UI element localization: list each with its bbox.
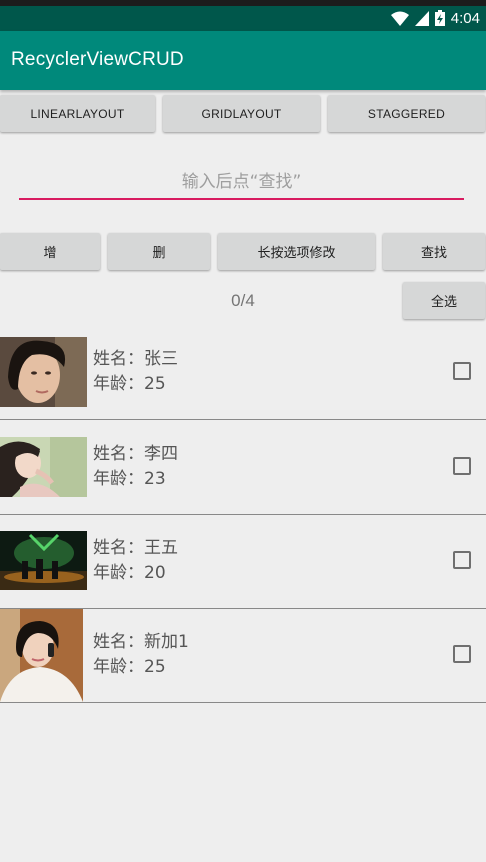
- search-input[interactable]: [19, 166, 464, 200]
- linear-layout-button[interactable]: LINEARLAYOUT: [0, 95, 155, 132]
- avatar: [0, 337, 87, 407]
- short-hair-woman-portrait-icon: [0, 337, 87, 407]
- woman-on-phone-portrait-icon: [0, 609, 83, 702]
- status-icons: 4:04: [390, 8, 480, 28]
- find-button[interactable]: 查找: [383, 233, 485, 270]
- add-button[interactable]: 增: [0, 233, 100, 270]
- status-bar: 4:04: [0, 0, 486, 31]
- app-title: RecyclerViewCRUD: [11, 49, 184, 70]
- painted-woman-illustration-icon: [0, 437, 87, 497]
- item-checkbox[interactable]: [453, 362, 471, 380]
- edit-button[interactable]: 长按选项修改: [218, 233, 375, 270]
- staggered-layout-button[interactable]: STAGGERED: [328, 95, 485, 132]
- item-name: 姓名：张三: [93, 349, 178, 369]
- list-item[interactable]: 姓名：张三 年龄：25: [0, 325, 486, 420]
- list-item[interactable]: 姓名：新加1 年龄：25: [0, 608, 486, 703]
- grid-layout-button[interactable]: GRIDLAYOUT: [163, 95, 320, 132]
- battery-charging-icon: [434, 10, 445, 26]
- signal-icon: [414, 10, 429, 26]
- game-soldiers-scene-icon: [0, 531, 87, 590]
- list-item[interactable]: 姓名：王五 年龄：20: [0, 514, 486, 609]
- select-all-button[interactable]: 全选: [403, 282, 485, 319]
- item-age: 年龄：25: [93, 657, 166, 677]
- item-name: 姓名：李四: [93, 444, 178, 464]
- avatar: [0, 437, 87, 497]
- item-checkbox[interactable]: [453, 645, 471, 663]
- wifi-icon: [390, 11, 409, 26]
- delete-button[interactable]: 删: [108, 233, 210, 270]
- app-bar: RecyclerViewCRUD: [0, 31, 486, 90]
- item-age: 年龄：23: [93, 469, 166, 489]
- avatar: [0, 531, 87, 590]
- status-bar-top-strip: [0, 0, 486, 6]
- item-name: 姓名：新加1: [93, 632, 189, 652]
- status-time: 4:04: [450, 9, 480, 27]
- item-checkbox[interactable]: [453, 457, 471, 475]
- divider: [0, 702, 486, 703]
- avatar: [0, 609, 83, 702]
- list-item[interactable]: 姓名：李四 年龄：23: [0, 420, 486, 515]
- item-name: 姓名：王五: [93, 538, 178, 558]
- item-checkbox[interactable]: [453, 551, 471, 569]
- item-age: 年龄：20: [93, 563, 166, 583]
- item-age: 年龄：25: [93, 374, 166, 394]
